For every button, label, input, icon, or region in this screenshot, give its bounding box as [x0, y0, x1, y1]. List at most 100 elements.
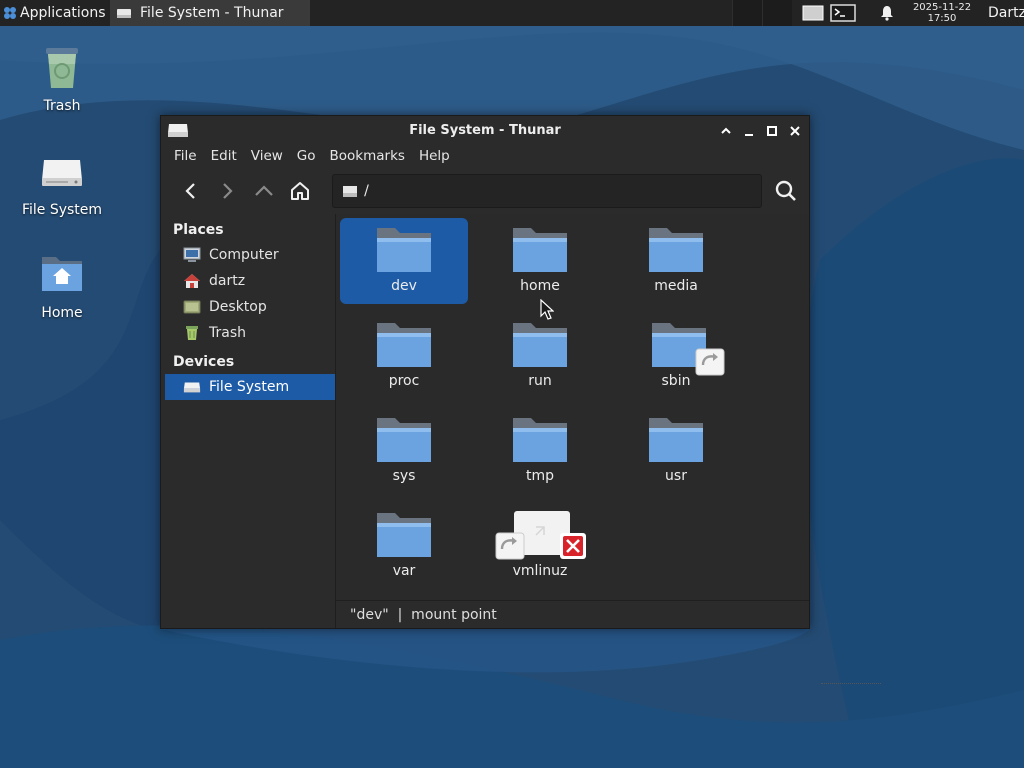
- status-text: "dev" | mount point: [350, 606, 497, 623]
- folder-icon: [513, 228, 567, 272]
- sidebar: Places Computer dartz Desktop Trash Devi…: [161, 214, 336, 628]
- menu-go[interactable]: Go: [290, 148, 323, 164]
- file-name: sys: [392, 468, 416, 484]
- file-item-media[interactable]: media: [612, 218, 740, 304]
- applications-label: Applications ≡: [20, 5, 108, 21]
- menu-bookmarks[interactable]: Bookmarks: [323, 148, 412, 164]
- window-icon: [802, 5, 824, 21]
- desktop-icon-file-system[interactable]: File System: [7, 148, 117, 218]
- folder-link-icon: [652, 323, 725, 376]
- file-item-vmlinuz[interactable]: vmlinuz: [476, 503, 604, 589]
- window-title: File System - Thunar: [409, 122, 561, 138]
- clock[interactable]: 2025-11-22 17:50: [902, 2, 982, 24]
- workspace-2[interactable]: [762, 0, 792, 26]
- mouse-cursor-icon: [540, 299, 554, 320]
- maximize-button[interactable]: [763, 122, 780, 139]
- home-folder-icon: [42, 257, 82, 291]
- file-item-sbin[interactable]: sbin: [612, 313, 740, 399]
- sidebar-item-dartz[interactable]: dartz: [161, 268, 335, 294]
- chevron-up-icon: [720, 127, 731, 134]
- shade-button[interactable]: [717, 122, 734, 139]
- menu-view[interactable]: View: [244, 148, 290, 164]
- search-button[interactable]: [764, 173, 809, 209]
- desktop-icon-home[interactable]: Home: [7, 251, 117, 321]
- broken-link-icon: [495, 511, 586, 560]
- file-name: proc: [388, 373, 420, 389]
- xfce-logo-icon: [4, 7, 16, 19]
- show-desktop-button[interactable]: [798, 0, 828, 26]
- forward-button[interactable]: [209, 173, 245, 209]
- desktop-icon-trash[interactable]: Trash: [7, 44, 117, 114]
- window-body: Places Computer dartz Desktop Trash Devi…: [161, 214, 881, 684]
- file-item-var[interactable]: var: [340, 503, 468, 589]
- parent-folder-button[interactable]: [246, 173, 282, 209]
- taskbar-button-label: File System - Thunar: [140, 5, 284, 21]
- statusbar: "dev" | mount point: [336, 600, 809, 628]
- location-path: /: [364, 183, 369, 199]
- sidebar-heading-places: Places: [173, 222, 224, 238]
- trash-icon: [186, 326, 198, 340]
- file-item-sys[interactable]: sys: [340, 408, 468, 494]
- workspace-1[interactable]: [732, 0, 762, 26]
- desktop-icon-label: Home: [41, 305, 83, 321]
- bell-icon: [881, 6, 893, 21]
- location-bar[interactable]: /: [332, 174, 762, 208]
- file-item-tmp[interactable]: tmp: [476, 408, 604, 494]
- top-panel: Applications ≡ File System - Thunar: [0, 0, 1024, 26]
- home-icon: [290, 182, 309, 200]
- folder-icon: [513, 418, 567, 462]
- file-name: run: [528, 373, 552, 389]
- menu-file[interactable]: File: [167, 148, 204, 164]
- file-item-proc[interactable]: proc: [340, 313, 468, 399]
- sidebar-item-desktop[interactable]: Desktop: [161, 294, 335, 320]
- file-view[interactable]: dev home media proc run sbin sys tmp usr…: [336, 214, 881, 684]
- applications-menu-button[interactable]: Applications ≡: [0, 0, 108, 26]
- window-titlebar[interactable]: File System - Thunar: [161, 116, 809, 144]
- close-button[interactable]: [786, 122, 803, 139]
- notifications-button[interactable]: [872, 0, 902, 26]
- file-item-dev[interactable]: dev: [340, 218, 468, 304]
- toolbar: /: [161, 168, 809, 214]
- folder-icon: [649, 418, 703, 462]
- sidebar-heading-devices: Devices: [173, 354, 235, 370]
- folder-icon: [513, 323, 567, 367]
- drive-icon: [117, 9, 131, 18]
- minimize-icon: [744, 133, 753, 136]
- file-item-usr[interactable]: usr: [612, 408, 740, 494]
- trash-icon: [46, 48, 78, 88]
- sidebar-item-computer[interactable]: Computer: [161, 242, 335, 268]
- clock-date: 2025-11-22: [912, 2, 972, 13]
- menu-edit[interactable]: Edit: [204, 148, 244, 164]
- menu-help[interactable]: Help: [412, 148, 457, 164]
- file-name: media: [654, 278, 698, 294]
- forward-arrow-icon: [223, 183, 233, 199]
- minimize-button[interactable]: [740, 122, 757, 139]
- drive-icon: [42, 160, 82, 186]
- file-item-run[interactable]: run: [476, 313, 604, 399]
- folder-icon: [377, 513, 431, 557]
- folder-icon: [649, 228, 703, 272]
- desktop-icon-label: Trash: [43, 98, 81, 114]
- terminal-icon: [830, 4, 856, 22]
- sidebar-item-label: dartz: [209, 273, 246, 289]
- drive-icon: [343, 186, 358, 197]
- sidebar-item-trash[interactable]: Trash: [161, 320, 335, 346]
- search-icon: [776, 180, 797, 201]
- user-menu[interactable]: Dartz: [982, 5, 1024, 21]
- drive-icon: [183, 382, 201, 393]
- taskbar-button-thunar[interactable]: File System - Thunar: [110, 0, 310, 26]
- sidebar-item-label: Computer: [209, 247, 279, 263]
- desktop-icon: [183, 300, 201, 314]
- back-button[interactable]: [173, 173, 209, 209]
- file-name: usr: [665, 468, 687, 484]
- terminal-launcher[interactable]: [828, 0, 858, 26]
- menubar: File Edit View Go Bookmarks Help: [161, 144, 809, 168]
- sidebar-item-label: Trash: [209, 325, 246, 341]
- clock-time: 17:50: [927, 13, 957, 24]
- home-icon: [184, 274, 200, 288]
- file-item-home[interactable]: home: [476, 218, 604, 304]
- sidebar-item-file-system[interactable]: File System: [165, 374, 335, 400]
- folder-icon: [377, 228, 431, 272]
- home-button[interactable]: [282, 173, 318, 209]
- scroll-indicator: [821, 683, 881, 685]
